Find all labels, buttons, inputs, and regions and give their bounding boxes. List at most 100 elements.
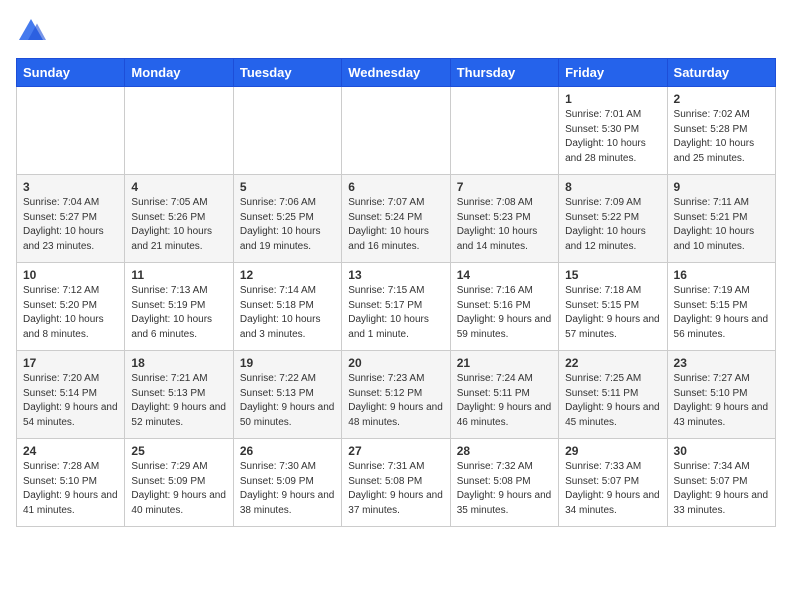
calendar-week-row: 10 Sunrise: 7:12 AMSunset: 5:20 PMDayligh… <box>17 263 776 351</box>
day-number: 20 <box>348 356 443 370</box>
day-number: 16 <box>674 268 769 282</box>
day-number: 23 <box>674 356 769 370</box>
calendar-day-cell: 1 Sunrise: 7:01 AMSunset: 5:30 PMDaylight… <box>559 87 667 175</box>
day-info: Sunrise: 7:14 AMSunset: 5:18 PMDaylight:… <box>240 284 335 342</box>
day-info: Sunrise: 7:34 AMSunset: 5:07 PMDaylight:… <box>674 460 769 518</box>
day-number: 25 <box>131 444 226 458</box>
day-number: 29 <box>565 444 660 458</box>
calendar-day-cell: 7 Sunrise: 7:08 AMSunset: 5:23 PMDaylight… <box>450 175 558 263</box>
calendar-day-cell: 18 Sunrise: 7:21 AMSunset: 5:13 PMDayligh… <box>125 351 233 439</box>
day-info: Sunrise: 7:08 AMSunset: 5:23 PMDaylight:… <box>457 196 552 254</box>
day-info: Sunrise: 7:06 AMSunset: 5:25 PMDaylight:… <box>240 196 335 254</box>
day-number: 21 <box>457 356 552 370</box>
day-info: Sunrise: 7:01 AMSunset: 5:30 PMDaylight:… <box>565 108 660 166</box>
logo-icon <box>16 16 46 46</box>
day-info: Sunrise: 7:04 AMSunset: 5:27 PMDaylight:… <box>23 196 118 254</box>
calendar-day-cell: 28Sunrise: 7:32 AMSunset: 5:08 PMDayligh… <box>450 439 558 527</box>
day-info: Sunrise: 7:28 AMSunset: 5:10 PMDaylight:… <box>23 460 118 518</box>
calendar-day-cell: 26 Sunrise: 7:30 AMSunset: 5:09 PMDayligh… <box>233 439 341 527</box>
calendar-day-cell: 20 Sunrise: 7:23 AMSunset: 5:12 PMDayligh… <box>342 351 450 439</box>
day-info: Sunrise: 7:27 AMSunset: 5:10 PMDaylight:… <box>674 372 769 430</box>
day-number: 5 <box>240 180 335 194</box>
day-number: 11 <box>131 268 226 282</box>
calendar-day-cell: 4 Sunrise: 7:05 AMSunset: 5:26 PMDaylight… <box>125 175 233 263</box>
day-info: Sunrise: 7:18 AMSunset: 5:15 PMDaylight:… <box>565 284 660 342</box>
calendar-day-cell <box>125 87 233 175</box>
day-number: 7 <box>457 180 552 194</box>
day-number: 26 <box>240 444 335 458</box>
day-info: Sunrise: 7:21 AMSunset: 5:13 PMDaylight:… <box>131 372 226 430</box>
day-number: 4 <box>131 180 226 194</box>
day-info: Sunrise: 7:12 AMSunset: 5:20 PMDaylight:… <box>23 284 118 342</box>
day-number: 10 <box>23 268 118 282</box>
calendar-day-cell: 21 Sunrise: 7:24 AMSunset: 5:11 PMDayligh… <box>450 351 558 439</box>
day-info: Sunrise: 7:23 AMSunset: 5:12 PMDaylight:… <box>348 372 443 430</box>
calendar-table: SundayMondayTuesdayWednesdayThursdayFrid… <box>16 58 776 527</box>
calendar-day-cell: 3 Sunrise: 7:04 AMSunset: 5:27 PMDaylight… <box>17 175 125 263</box>
weekday-header: Wednesday <box>342 59 450 87</box>
weekday-header: Friday <box>559 59 667 87</box>
day-info: Sunrise: 7:24 AMSunset: 5:11 PMDaylight:… <box>457 372 552 430</box>
calendar-day-cell: 5 Sunrise: 7:06 AMSunset: 5:25 PMDaylight… <box>233 175 341 263</box>
calendar-day-cell: 23 Sunrise: 7:27 AMSunset: 5:10 PMDayligh… <box>667 351 775 439</box>
day-number: 1 <box>565 92 660 106</box>
day-info: Sunrise: 7:25 AMSunset: 5:11 PMDaylight:… <box>565 372 660 430</box>
calendar-day-cell: 22 Sunrise: 7:25 AMSunset: 5:11 PMDayligh… <box>559 351 667 439</box>
calendar-day-cell <box>233 87 341 175</box>
day-number: 6 <box>348 180 443 194</box>
weekday-header: Saturday <box>667 59 775 87</box>
day-info: Sunrise: 7:13 AMSunset: 5:19 PMDaylight:… <box>131 284 226 342</box>
day-number: 14 <box>457 268 552 282</box>
calendar-day-cell: 27Sunrise: 7:31 AMSunset: 5:08 PMDayligh… <box>342 439 450 527</box>
day-number: 18 <box>131 356 226 370</box>
weekday-header: Sunday <box>17 59 125 87</box>
day-info: Sunrise: 7:16 AMSunset: 5:16 PMDaylight:… <box>457 284 552 342</box>
calendar-week-row: 3 Sunrise: 7:04 AMSunset: 5:27 PMDaylight… <box>17 175 776 263</box>
calendar-day-cell: 12 Sunrise: 7:14 AMSunset: 5:18 PMDayligh… <box>233 263 341 351</box>
day-number: 8 <box>565 180 660 194</box>
day-info: Sunrise: 7:05 AMSunset: 5:26 PMDaylight:… <box>131 196 226 254</box>
logo <box>16 16 50 46</box>
day-info: Sunrise: 7:11 AMSunset: 5:21 PMDaylight:… <box>674 196 769 254</box>
calendar-day-cell <box>342 87 450 175</box>
calendar-day-cell: 6 Sunrise: 7:07 AMSunset: 5:24 PMDaylight… <box>342 175 450 263</box>
day-number: 19 <box>240 356 335 370</box>
calendar-day-cell: 10 Sunrise: 7:12 AMSunset: 5:20 PMDayligh… <box>17 263 125 351</box>
calendar-day-cell: 17Sunrise: 7:20 AMSunset: 5:14 PMDayligh… <box>17 351 125 439</box>
calendar-day-cell <box>450 87 558 175</box>
calendar-day-cell: 25Sunrise: 7:29 AMSunset: 5:09 PMDayligh… <box>125 439 233 527</box>
day-info: Sunrise: 7:07 AMSunset: 5:24 PMDaylight:… <box>348 196 443 254</box>
day-info: Sunrise: 7:09 AMSunset: 5:22 PMDaylight:… <box>565 196 660 254</box>
calendar-day-cell <box>17 87 125 175</box>
day-info: Sunrise: 7:30 AMSunset: 5:09 PMDaylight:… <box>240 460 335 518</box>
day-info: Sunrise: 7:22 AMSunset: 5:13 PMDaylight:… <box>240 372 335 430</box>
calendar-day-cell: 16Sunrise: 7:19 AMSunset: 5:15 PMDayligh… <box>667 263 775 351</box>
day-info: Sunrise: 7:33 AMSunset: 5:07 PMDaylight:… <box>565 460 660 518</box>
calendar-day-cell: 9 Sunrise: 7:11 AMSunset: 5:21 PMDaylight… <box>667 175 775 263</box>
day-number: 30 <box>674 444 769 458</box>
calendar-week-row: 24Sunrise: 7:28 AMSunset: 5:10 PMDayligh… <box>17 439 776 527</box>
day-info: Sunrise: 7:31 AMSunset: 5:08 PMDaylight:… <box>348 460 443 518</box>
weekday-header: Tuesday <box>233 59 341 87</box>
calendar-day-cell: 14 Sunrise: 7:16 AMSunset: 5:16 PMDayligh… <box>450 263 558 351</box>
day-number: 22 <box>565 356 660 370</box>
page-header <box>16 16 776 46</box>
calendar-day-cell: 15 Sunrise: 7:18 AMSunset: 5:15 PMDayligh… <box>559 263 667 351</box>
day-number: 28 <box>457 444 552 458</box>
day-number: 15 <box>565 268 660 282</box>
weekday-header: Thursday <box>450 59 558 87</box>
day-number: 12 <box>240 268 335 282</box>
day-number: 9 <box>674 180 769 194</box>
calendar-day-cell: 30 Sunrise: 7:34 AMSunset: 5:07 PMDayligh… <box>667 439 775 527</box>
calendar-day-cell: 24Sunrise: 7:28 AMSunset: 5:10 PMDayligh… <box>17 439 125 527</box>
calendar-week-row: 1 Sunrise: 7:01 AMSunset: 5:30 PMDaylight… <box>17 87 776 175</box>
day-number: 2 <box>674 92 769 106</box>
day-info: Sunrise: 7:20 AMSunset: 5:14 PMDaylight:… <box>23 372 118 430</box>
weekday-header: Monday <box>125 59 233 87</box>
calendar-day-cell: 19 Sunrise: 7:22 AMSunset: 5:13 PMDayligh… <box>233 351 341 439</box>
day-number: 13 <box>348 268 443 282</box>
calendar-day-cell: 8 Sunrise: 7:09 AMSunset: 5:22 PMDaylight… <box>559 175 667 263</box>
day-number: 3 <box>23 180 118 194</box>
calendar-header-row: SundayMondayTuesdayWednesdayThursdayFrid… <box>17 59 776 87</box>
calendar-day-cell: 11 Sunrise: 7:13 AMSunset: 5:19 PMDayligh… <box>125 263 233 351</box>
